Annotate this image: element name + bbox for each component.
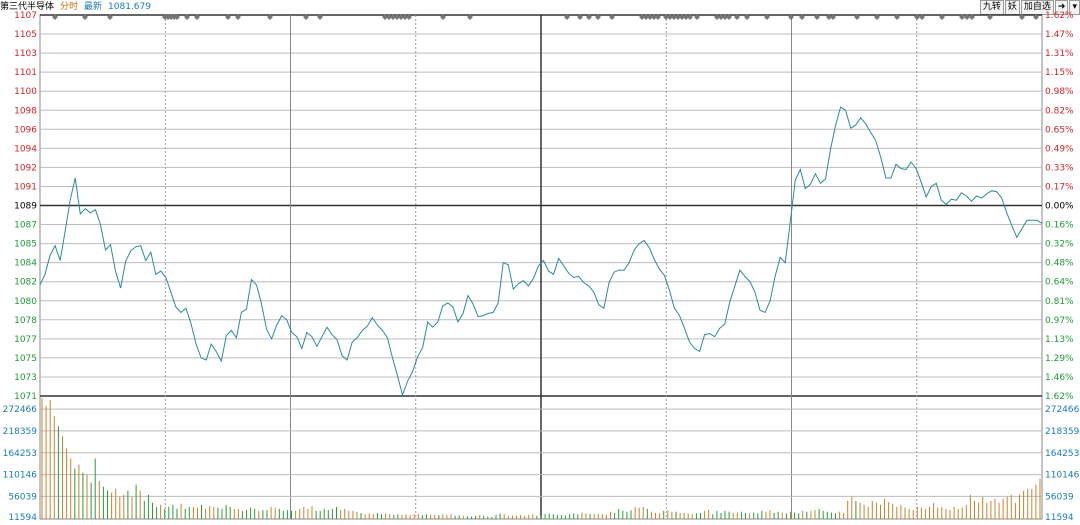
pct-tick-label: 0.98% [1045, 87, 1074, 97]
volume-tick-label: 164253 [3, 449, 37, 459]
price-tick-label: 1089 [14, 202, 37, 212]
price-tick-label: 1087 [14, 221, 37, 231]
pct-tick-label: 0.33% [1045, 163, 1074, 173]
price-tick-label: 1071 [14, 392, 37, 402]
pct-tick-label: 1.62% [1045, 11, 1074, 21]
price-tick-label: 1100 [14, 87, 37, 97]
intraday-chart[interactable]: 1107 1.62% 1105 1.47% 1103 1.31% 1101 1.15% 1100… [0, 0, 1080, 525]
volume-tick-label: 218359 [3, 427, 38, 437]
price-tick-label: 1103 [14, 49, 37, 59]
volume-tick-label: 56039 [8, 492, 37, 502]
price-tick-label: 1084 [14, 259, 37, 269]
price-tick-label: 1077 [14, 335, 37, 345]
pct-tick-label: 0.16% [1045, 221, 1074, 231]
price-tick-label: 1085 [14, 240, 37, 250]
price-tick-label: 1092 [14, 163, 37, 173]
price-tick-label: 1075 [14, 354, 37, 364]
volume-tick-label: 272466 [3, 405, 38, 415]
pct-tick-label: 0.48% [1045, 259, 1074, 269]
price-tick-label: 1107 [14, 11, 37, 21]
volume-tick-label-right: 11594 [1045, 513, 1074, 523]
pct-tick-label: 0.49% [1045, 144, 1074, 154]
pct-tick-label: 1.29% [1045, 354, 1074, 364]
price-tick-label: 1098 [14, 106, 37, 116]
pct-tick-label: 1.47% [1045, 30, 1074, 40]
volume-tick-label-right: 218359 [1045, 427, 1080, 437]
pct-tick-label: 1.15% [1045, 68, 1074, 78]
price-tick-label: 1105 [14, 30, 37, 40]
price-tick-label: 1078 [14, 316, 37, 326]
price-tick-label: 1080 [14, 297, 37, 307]
volume-tick-label-right: 110146 [1045, 471, 1080, 481]
pct-tick-label: 0.65% [1045, 125, 1074, 135]
price-tick-label: 1094 [14, 144, 37, 154]
pct-tick-label: 1.62% [1045, 392, 1074, 402]
price-tick-label: 1082 [14, 278, 37, 288]
volume-tick-label: 110146 [3, 471, 38, 481]
pct-tick-label: 0.97% [1045, 316, 1074, 326]
volume-tick-label-right: 164253 [1045, 449, 1079, 459]
pct-tick-label: 0.32% [1045, 240, 1074, 250]
pct-tick-label: 0.81% [1045, 297, 1074, 307]
pct-tick-label: 1.46% [1045, 373, 1074, 383]
pct-tick-label: 0.64% [1045, 278, 1074, 288]
price-tick-label: 1073 [14, 373, 37, 383]
volume-tick-label-right: 56039 [1045, 492, 1074, 502]
pct-tick-label: 0.17% [1045, 182, 1074, 192]
volume-tick-label: 11594 [8, 513, 37, 523]
price-tick-label: 1096 [14, 125, 37, 135]
volume-tick-label-right: 272466 [1045, 405, 1080, 415]
pct-tick-label: 0.82% [1045, 106, 1074, 116]
pct-tick-label: 1.31% [1045, 49, 1074, 59]
price-tick-label: 1091 [14, 182, 37, 192]
price-tick-label: 1101 [14, 68, 37, 78]
pct-tick-label: 0.00% [1045, 202, 1074, 212]
pct-tick-label: 1.13% [1045, 335, 1074, 345]
